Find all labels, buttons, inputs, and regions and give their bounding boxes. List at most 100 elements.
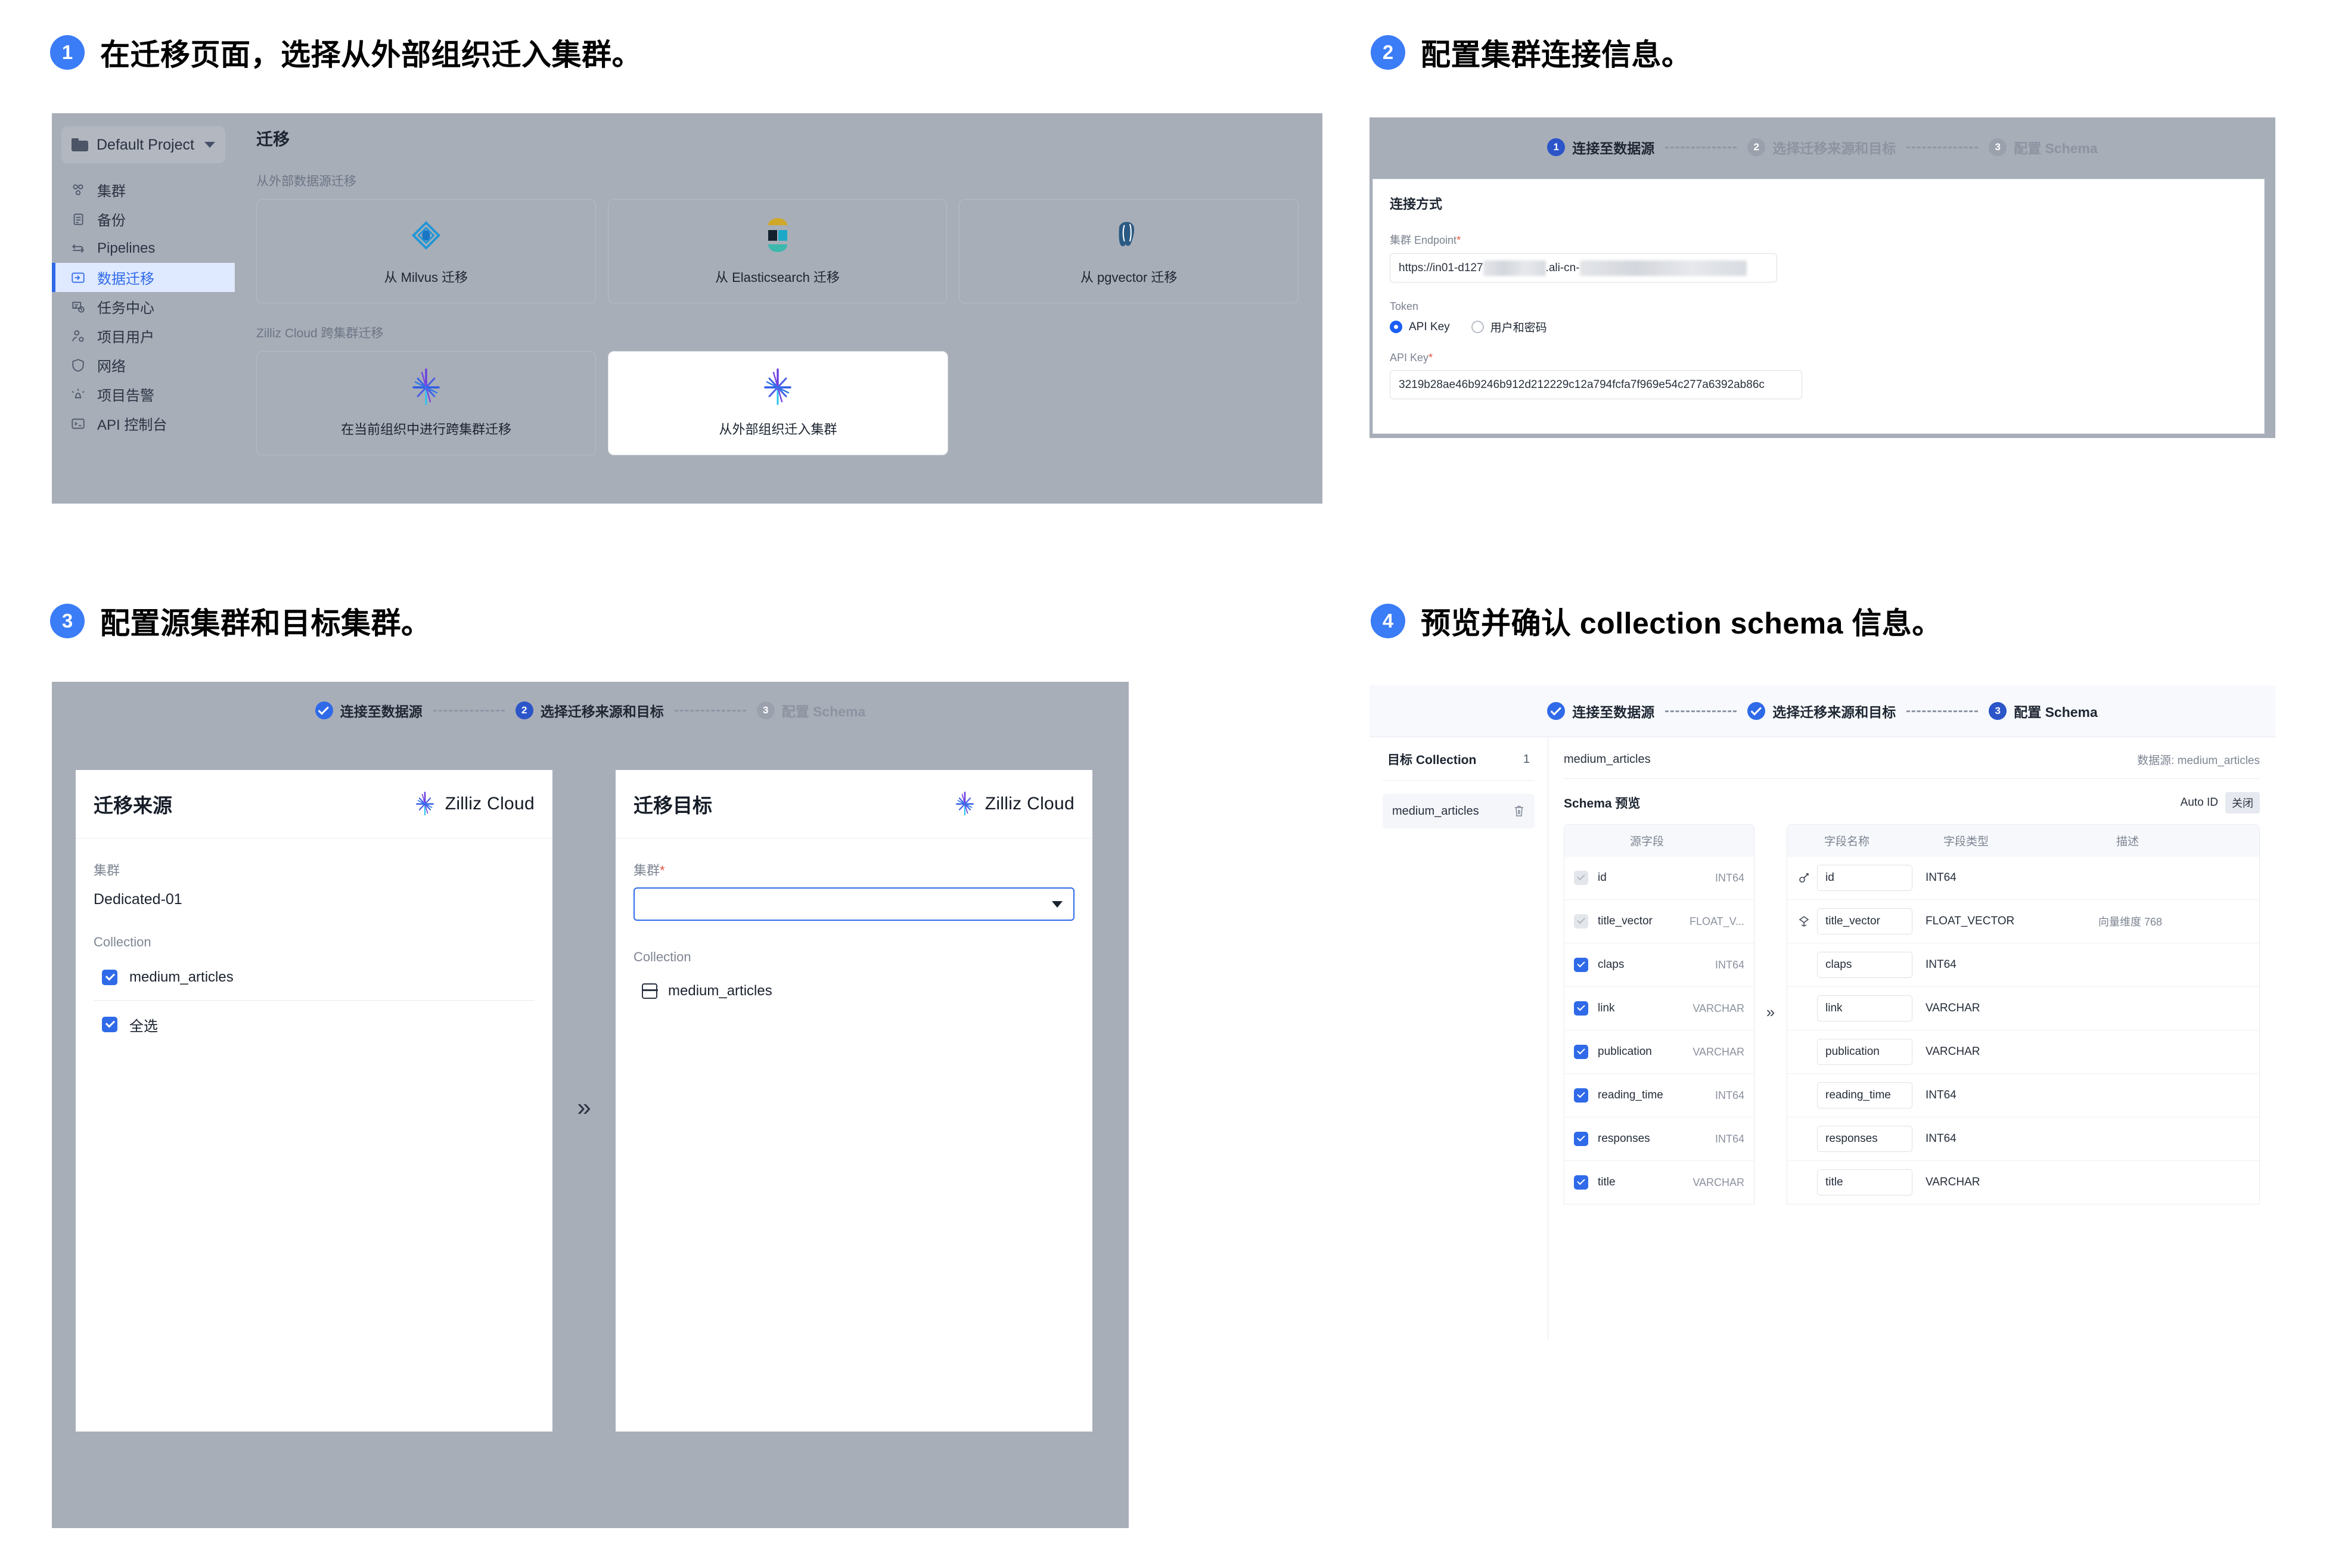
source-field-type: VARCHAR: [1693, 1002, 1744, 1014]
checkbox-checked-icon[interactable]: [1574, 1045, 1588, 1059]
api-key-input[interactable]: 3219b28ae46b9246b912d212229c12a794fcfa7f…: [1390, 370, 1802, 399]
schema-detail-header: medium_articles 数据源: medium_articles: [1564, 752, 2260, 779]
stepper-step-2[interactable]: 2 选择迁移来源和目标: [1747, 137, 1896, 157]
checkbox-checked-icon[interactable]: [102, 970, 117, 985]
checkbox-checked-icon[interactable]: [1574, 1088, 1588, 1103]
elasticsearch-logo: [762, 217, 793, 254]
target-field-type: INT64: [1926, 1132, 1957, 1145]
step-label: 选择迁移来源和目标: [1772, 704, 1896, 720]
table-row[interactable]: title VARCHAR: [1564, 1160, 1754, 1204]
section-label-cross-cluster: Zilliz Cloud 跨集群迁移: [256, 327, 384, 340]
table-row[interactable]: title_vector FLOAT_VECTOR 向量维度 768: [1787, 899, 2259, 943]
table-row[interactable]: responses INT64: [1564, 1117, 1754, 1160]
step-heading-3: 3 配置源集群和目标集群。: [50, 600, 431, 642]
stepper-step-1[interactable]: 连接至数据源: [315, 700, 423, 721]
stepper-step-2[interactable]: 选择迁移来源和目标: [1747, 701, 1896, 721]
source-field-name: publication: [1598, 1045, 1652, 1058]
sidebar-item-label: API 控制台: [97, 417, 167, 433]
sidebar-item-project-users[interactable]: 项目用户: [52, 321, 235, 350]
table-row[interactable]: title_vector FLOAT_V...: [1564, 899, 1754, 943]
sidebar-item-pipelines[interactable]: Pipelines: [52, 234, 235, 263]
radio-api-key[interactable]: API Key: [1390, 321, 1450, 334]
auto-id-toggle[interactable]: Auto ID 关闭: [2181, 792, 2260, 814]
step-heading-2: 2 配置集群连接信息。: [1371, 31, 1692, 74]
source-collection-checkbox-row[interactable]: medium_articles: [94, 962, 535, 993]
target-field-name-input[interactable]: link: [1817, 995, 1912, 1021]
sidebar-item-task-center[interactable]: 任务中心: [52, 292, 235, 321]
table-row[interactable]: title VARCHAR: [1787, 1160, 2259, 1204]
col-header-field-type: 字段类型: [1943, 835, 1989, 848]
checkbox-disabled-icon: [1574, 914, 1588, 929]
col-header-source-field: 源字段: [1630, 835, 1664, 848]
target-field-name-input[interactable]: title_vector: [1817, 908, 1912, 934]
sidebar-item-network[interactable]: 网络: [52, 350, 235, 380]
stepper-step-3[interactable]: 3 配置 Schema: [1989, 701, 2098, 721]
sidebar-item-data-migration[interactable]: 数据迁移: [52, 263, 235, 292]
step-badge: 3: [1989, 702, 2007, 720]
external-source-card-row: 从 Milvus 迁移 从 Elasticsearch 迁移 从 pgvecto…: [256, 199, 1299, 303]
target-field-name-input[interactable]: publication: [1817, 1039, 1912, 1065]
stepper-step-2[interactable]: 2 选择迁移来源和目标: [515, 700, 664, 721]
project-name: Default Project: [97, 136, 194, 153]
card-cross-cluster-same-org[interactable]: 在当前组织中进行跨集群迁移: [256, 351, 597, 455]
source-field-name: id: [1598, 871, 1607, 884]
card-row-spacer: [960, 351, 1299, 455]
card-migrate-from-milvus[interactable]: 从 Milvus 迁移: [256, 199, 596, 303]
target-collection-list-item[interactable]: medium_articles: [1383, 794, 1535, 828]
sidebar-item-label: 网络: [97, 359, 126, 375]
auto-id-label: Auto ID: [2180, 796, 2218, 809]
checkbox-checked-icon[interactable]: [1574, 1132, 1588, 1146]
checkbox-checked-icon[interactable]: [1574, 1175, 1588, 1190]
target-field-type: INT64: [1926, 1089, 1957, 1101]
card-migrate-from-elasticsearch[interactable]: 从 Elasticsearch 迁移: [607, 199, 948, 303]
endpoint-input[interactable]: https://in01-d127 .ali-cn-: [1390, 253, 1777, 282]
endpoint-value-visible: https://in01-d127: [1399, 261, 1483, 274]
sidebar-item-project-alerts[interactable]: 项目告警: [52, 380, 235, 409]
source-card-body: 集群 Dedicated-01 Collection medium_articl…: [76, 839, 552, 1040]
table-row[interactable]: publication VARCHAR: [1564, 1030, 1754, 1073]
target-field-type: VARCHAR: [1926, 1045, 1980, 1058]
stepper-step-3[interactable]: 3 配置 Schema: [1989, 137, 2098, 157]
stepper-step-1[interactable]: 1 连接至数据源: [1547, 137, 1654, 157]
card-migrate-from-pgvector[interactable]: 从 pgvector 迁移: [959, 199, 1299, 303]
card-migrate-from-external-org[interactable]: 从外部组织迁入集群: [608, 351, 948, 455]
checkbox-checked-icon[interactable]: [1574, 1001, 1588, 1016]
zilliz-cloud-brand: Zilliz Cloud: [413, 791, 535, 817]
sidebar-item-api-console[interactable]: API 控制台: [52, 409, 235, 438]
target-field-name-input[interactable]: responses: [1817, 1126, 1912, 1152]
trash-icon[interactable]: [1513, 805, 1525, 818]
target-field-name-input[interactable]: title: [1817, 1169, 1912, 1196]
sidebar-item-clusters[interactable]: 集群: [52, 175, 235, 204]
table-row[interactable]: id INT64: [1564, 856, 1754, 899]
source-card-title: 迁移来源: [94, 794, 172, 816]
step-label: 连接至数据源: [340, 704, 423, 719]
table-row[interactable]: publication VARCHAR: [1787, 1030, 2259, 1073]
redacted-block: [1579, 260, 1747, 276]
sidebar-item-backup[interactable]: 备份: [52, 204, 235, 234]
stepper-step-1[interactable]: 连接至数据源: [1547, 701, 1654, 721]
target-field-name-input[interactable]: claps: [1817, 952, 1912, 978]
table-row[interactable]: responses INT64: [1787, 1117, 2259, 1160]
radio-username-password[interactable]: 用户和密码: [1471, 319, 1547, 335]
table-row[interactable]: claps INT64: [1564, 943, 1754, 986]
checkbox-checked-icon[interactable]: [102, 1017, 117, 1032]
table-row[interactable]: link VARCHAR: [1564, 986, 1754, 1030]
checkbox-checked-icon[interactable]: [1574, 958, 1588, 972]
source-select-all-row[interactable]: 全选: [94, 1009, 535, 1040]
stepper-divider: [1906, 710, 1979, 712]
table-row[interactable]: claps INT64: [1787, 943, 2259, 986]
radio-label: API Key: [1409, 320, 1450, 333]
target-field-name-input[interactable]: id: [1817, 865, 1912, 891]
collection-name: medium_articles: [1392, 804, 1479, 818]
source-field-name: title: [1598, 1176, 1616, 1188]
migration-icon: [70, 269, 86, 286]
table-row[interactable]: reading_time INT64: [1787, 1073, 2259, 1117]
stepper-step-3[interactable]: 3 配置 Schema: [756, 700, 865, 721]
table-row[interactable]: link VARCHAR: [1787, 986, 2259, 1030]
table-row[interactable]: reading_time INT64: [1564, 1073, 1754, 1117]
project-selector[interactable]: Default Project: [61, 126, 225, 163]
required-marker: *: [1457, 234, 1461, 246]
target-cluster-select[interactable]: [633, 887, 1075, 921]
table-row[interactable]: id INT64: [1787, 856, 2259, 899]
target-field-name-input[interactable]: reading_time: [1817, 1082, 1912, 1109]
